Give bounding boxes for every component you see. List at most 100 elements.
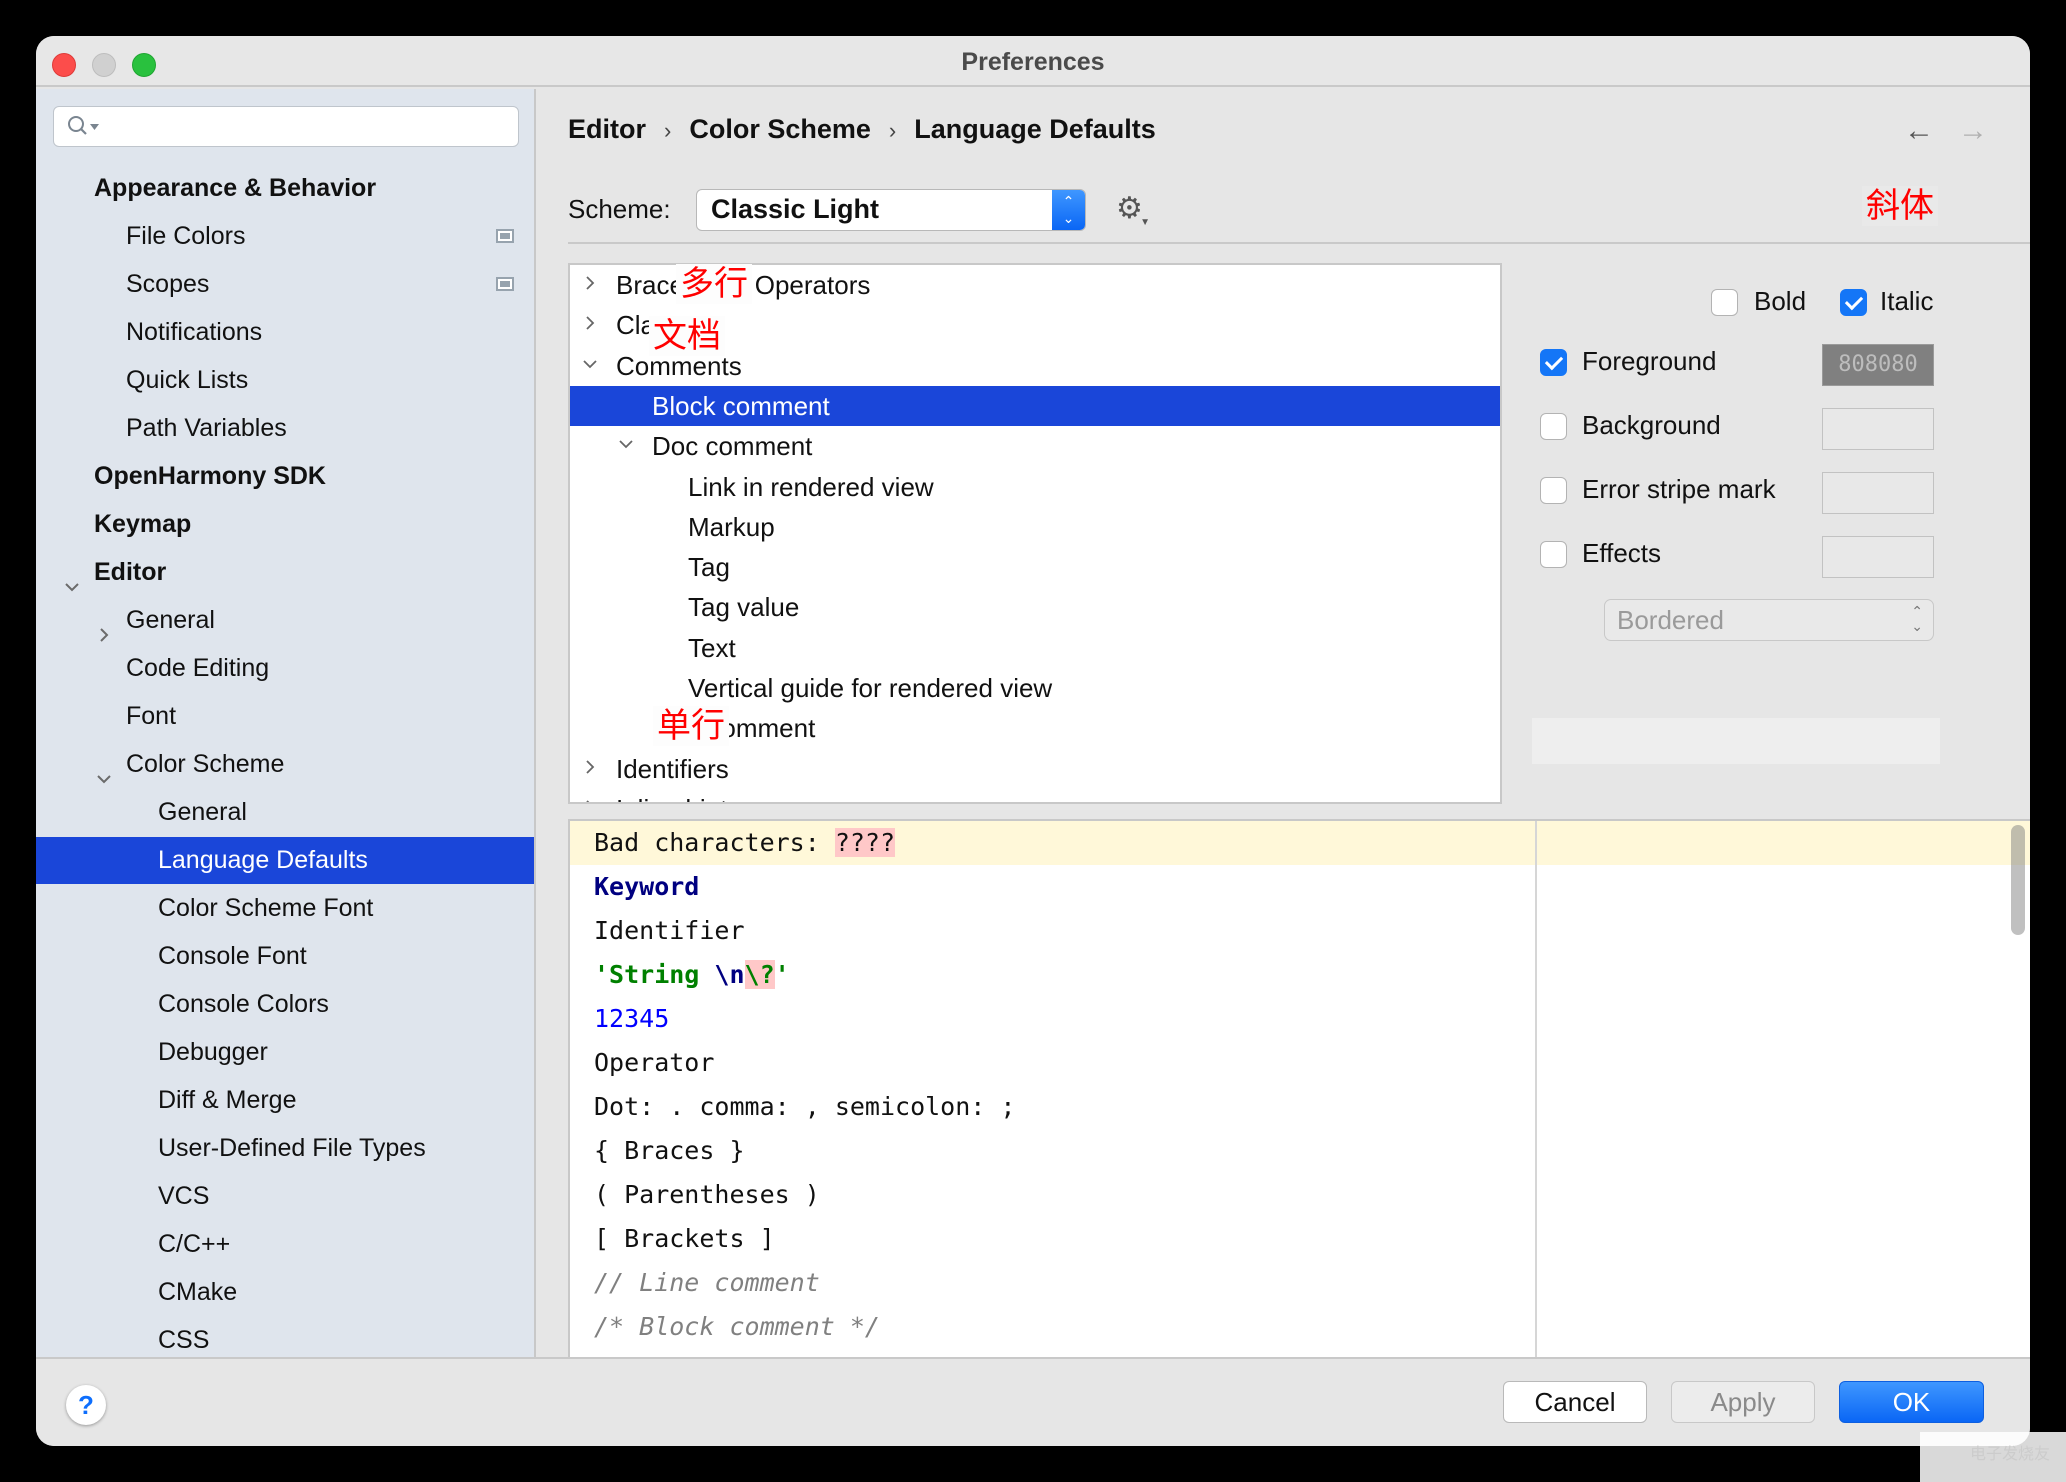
- scheme-select[interactable]: Classic Light ⌃ ⌄: [696, 189, 1086, 231]
- sidebar-item-label: Color Scheme Font: [158, 894, 374, 922]
- code-line-brackets: [ Brackets ]: [594, 1224, 775, 1253]
- search-history-dropdown-icon[interactable]: [90, 124, 99, 130]
- chevron-down-icon[interactable]: [64, 564, 80, 592]
- sidebar-item-label: General: [126, 606, 215, 634]
- forward-arrow-icon[interactable]: →: [1958, 114, 1988, 148]
- ok-button[interactable]: OK: [1839, 1381, 1984, 1423]
- sidebar-item[interactable]: Debugger: [36, 1029, 534, 1076]
- code-line-operator: Operator: [594, 1048, 715, 1077]
- bold-checkbox[interactable]: [1711, 289, 1738, 316]
- sidebar-item[interactable]: Color Scheme: [36, 741, 534, 788]
- effects-checkbox[interactable]: [1540, 541, 1567, 568]
- background-checkbox[interactable]: [1540, 413, 1567, 440]
- sidebar-item-label: OpenHarmony SDK: [94, 462, 326, 490]
- chevron-right-icon[interactable]: [582, 789, 598, 802]
- tree-item[interactable]: Text: [570, 628, 1500, 668]
- annotation-block-comment: 多行: [676, 264, 752, 304]
- sidebar-item-label: Console Colors: [158, 990, 329, 1018]
- dialog-footer: ? Cancel Apply OK: [36, 1357, 2030, 1446]
- scheme-settings-gear-icon[interactable]: ⚙ ▼: [1116, 194, 1150, 228]
- sidebar-item[interactable]: Notifications: [36, 309, 534, 356]
- breadcrumb-color-scheme[interactable]: Color Scheme: [689, 114, 871, 145]
- sidebar-item[interactable]: Quick Lists: [36, 357, 534, 404]
- error-stripe-label: Error stripe mark: [1582, 474, 1776, 504]
- tree-item-label: Markup: [688, 511, 775, 542]
- sidebar-item[interactable]: Console Font: [36, 933, 534, 980]
- tree-item-label: Link in rendered view: [688, 471, 934, 502]
- sidebar-item[interactable]: Keymap: [36, 501, 534, 548]
- annotation-doc-comment: 文档: [649, 316, 725, 356]
- sidebar-item[interactable]: Language Defaults: [36, 837, 534, 884]
- sidebar-item[interactable]: Path Variables: [36, 405, 534, 452]
- sidebar-item[interactable]: CMake: [36, 1269, 534, 1316]
- sidebar-item[interactable]: VCS: [36, 1173, 534, 1220]
- bad-characters-token: ????: [834, 828, 896, 857]
- chevron-down-icon[interactable]: [96, 756, 112, 784]
- sidebar-item-label: Scopes: [126, 270, 210, 298]
- preferences-window: Preferences Appearance & Behavior File Co…: [36, 36, 2030, 1446]
- tree-item[interactable]: Doc comment: [570, 426, 1500, 466]
- sidebar-item[interactable]: OpenHarmony SDK: [36, 453, 534, 500]
- italic-checkbox[interactable]: [1840, 289, 1867, 316]
- sidebar-item-label: Language Defaults: [158, 846, 368, 874]
- foreground-checkbox[interactable]: [1540, 349, 1567, 376]
- code-line-keyword: Keyword: [594, 865, 699, 909]
- effects-label: Effects: [1582, 538, 1662, 568]
- background-color-swatch[interactable]: [1822, 408, 1934, 450]
- tree-item[interactable]: Vertical guide for rendered view: [570, 668, 1500, 708]
- sidebar-item[interactable]: Color Scheme Font: [36, 885, 534, 932]
- chevron-right-icon[interactable]: [96, 612, 112, 642]
- code-line-number: 12345: [594, 997, 669, 1041]
- sidebar-item-label: Debugger: [158, 1038, 268, 1066]
- sidebar-item[interactable]: Editor: [36, 549, 534, 596]
- apply-button[interactable]: Apply: [1671, 1381, 1815, 1423]
- background-label: Background: [1582, 410, 1721, 440]
- sidebar-item[interactable]: Appearance & Behavior: [36, 165, 534, 212]
- breadcrumb-editor[interactable]: Editor: [568, 114, 646, 145]
- tree-item[interactable]: Inline hints: [570, 789, 1500, 802]
- cancel-button[interactable]: Cancel: [1503, 1381, 1647, 1423]
- code-line-punctuation: Dot: . comma: , semicolon: ;: [594, 1092, 1016, 1121]
- title-bar: Preferences: [36, 36, 2030, 87]
- sidebar-item[interactable]: Code Editing: [36, 645, 534, 692]
- help-button[interactable]: ?: [66, 1385, 106, 1425]
- tree-item[interactable]: Identifiers: [570, 749, 1500, 789]
- foreground-color-swatch[interactable]: 808080: [1822, 344, 1934, 386]
- right-margin-guide: [1535, 821, 1537, 1359]
- code-line-string: 'String \n\?': [594, 953, 790, 997]
- code-line-identifier: Identifier: [594, 916, 745, 945]
- tree-item[interactable]: Block comment: [570, 385, 1500, 426]
- settings-sidebar: Appearance & Behavior File Colors Scopes No…: [36, 89, 536, 1357]
- effects-type-select[interactable]: Bordered ⌃ ⌄: [1604, 599, 1934, 641]
- sidebar-item[interactable]: C/C++: [36, 1221, 534, 1268]
- tree-item[interactable]: Tag value: [570, 587, 1500, 627]
- invalid-escape-token: \?: [744, 960, 775, 989]
- preview-scrollbar[interactable]: [2011, 825, 2025, 935]
- project-level-icon: [496, 229, 514, 243]
- effects-color-swatch[interactable]: [1822, 536, 1934, 578]
- tree-item-label: Inline hints: [616, 789, 740, 802]
- sidebar-item[interactable]: File Colors: [36, 213, 534, 260]
- sidebar-item-label: CMake: [158, 1278, 238, 1306]
- sidebar-item[interactable]: General: [36, 597, 534, 644]
- scheme-label: Scheme:: [568, 194, 671, 224]
- back-arrow-icon[interactable]: ←: [1904, 114, 1934, 148]
- code-line-parentheses: ( Parentheses ): [594, 1180, 820, 1209]
- sidebar-item[interactable]: Scopes: [36, 261, 534, 308]
- sidebar-item[interactable]: Font: [36, 693, 534, 740]
- error-stripe-color-swatch[interactable]: [1822, 472, 1934, 514]
- sidebar-item[interactable]: General: [36, 789, 534, 836]
- project-level-icon: [496, 277, 514, 291]
- sidebar-item[interactable]: User-Defined File Types: [36, 1125, 534, 1172]
- tree-item[interactable]: Tag: [570, 547, 1500, 587]
- settings-search-input[interactable]: [53, 106, 519, 147]
- error-stripe-checkbox[interactable]: [1540, 477, 1567, 504]
- code-preview[interactable]: Bad characters: ???? Keyword Identifier …: [568, 819, 2030, 1361]
- tree-item[interactable]: Link in rendered view: [570, 467, 1500, 507]
- sidebar-item[interactable]: Diff & Merge: [36, 1077, 534, 1124]
- tree-item[interactable]: Markup: [570, 507, 1500, 547]
- annotation-line-comment: 单行: [653, 706, 729, 746]
- code-line-bad-characters: Bad characters: ????: [594, 821, 896, 865]
- sidebar-item[interactable]: Console Colors: [36, 981, 534, 1028]
- sidebar-item-label: C/C++: [158, 1230, 231, 1258]
